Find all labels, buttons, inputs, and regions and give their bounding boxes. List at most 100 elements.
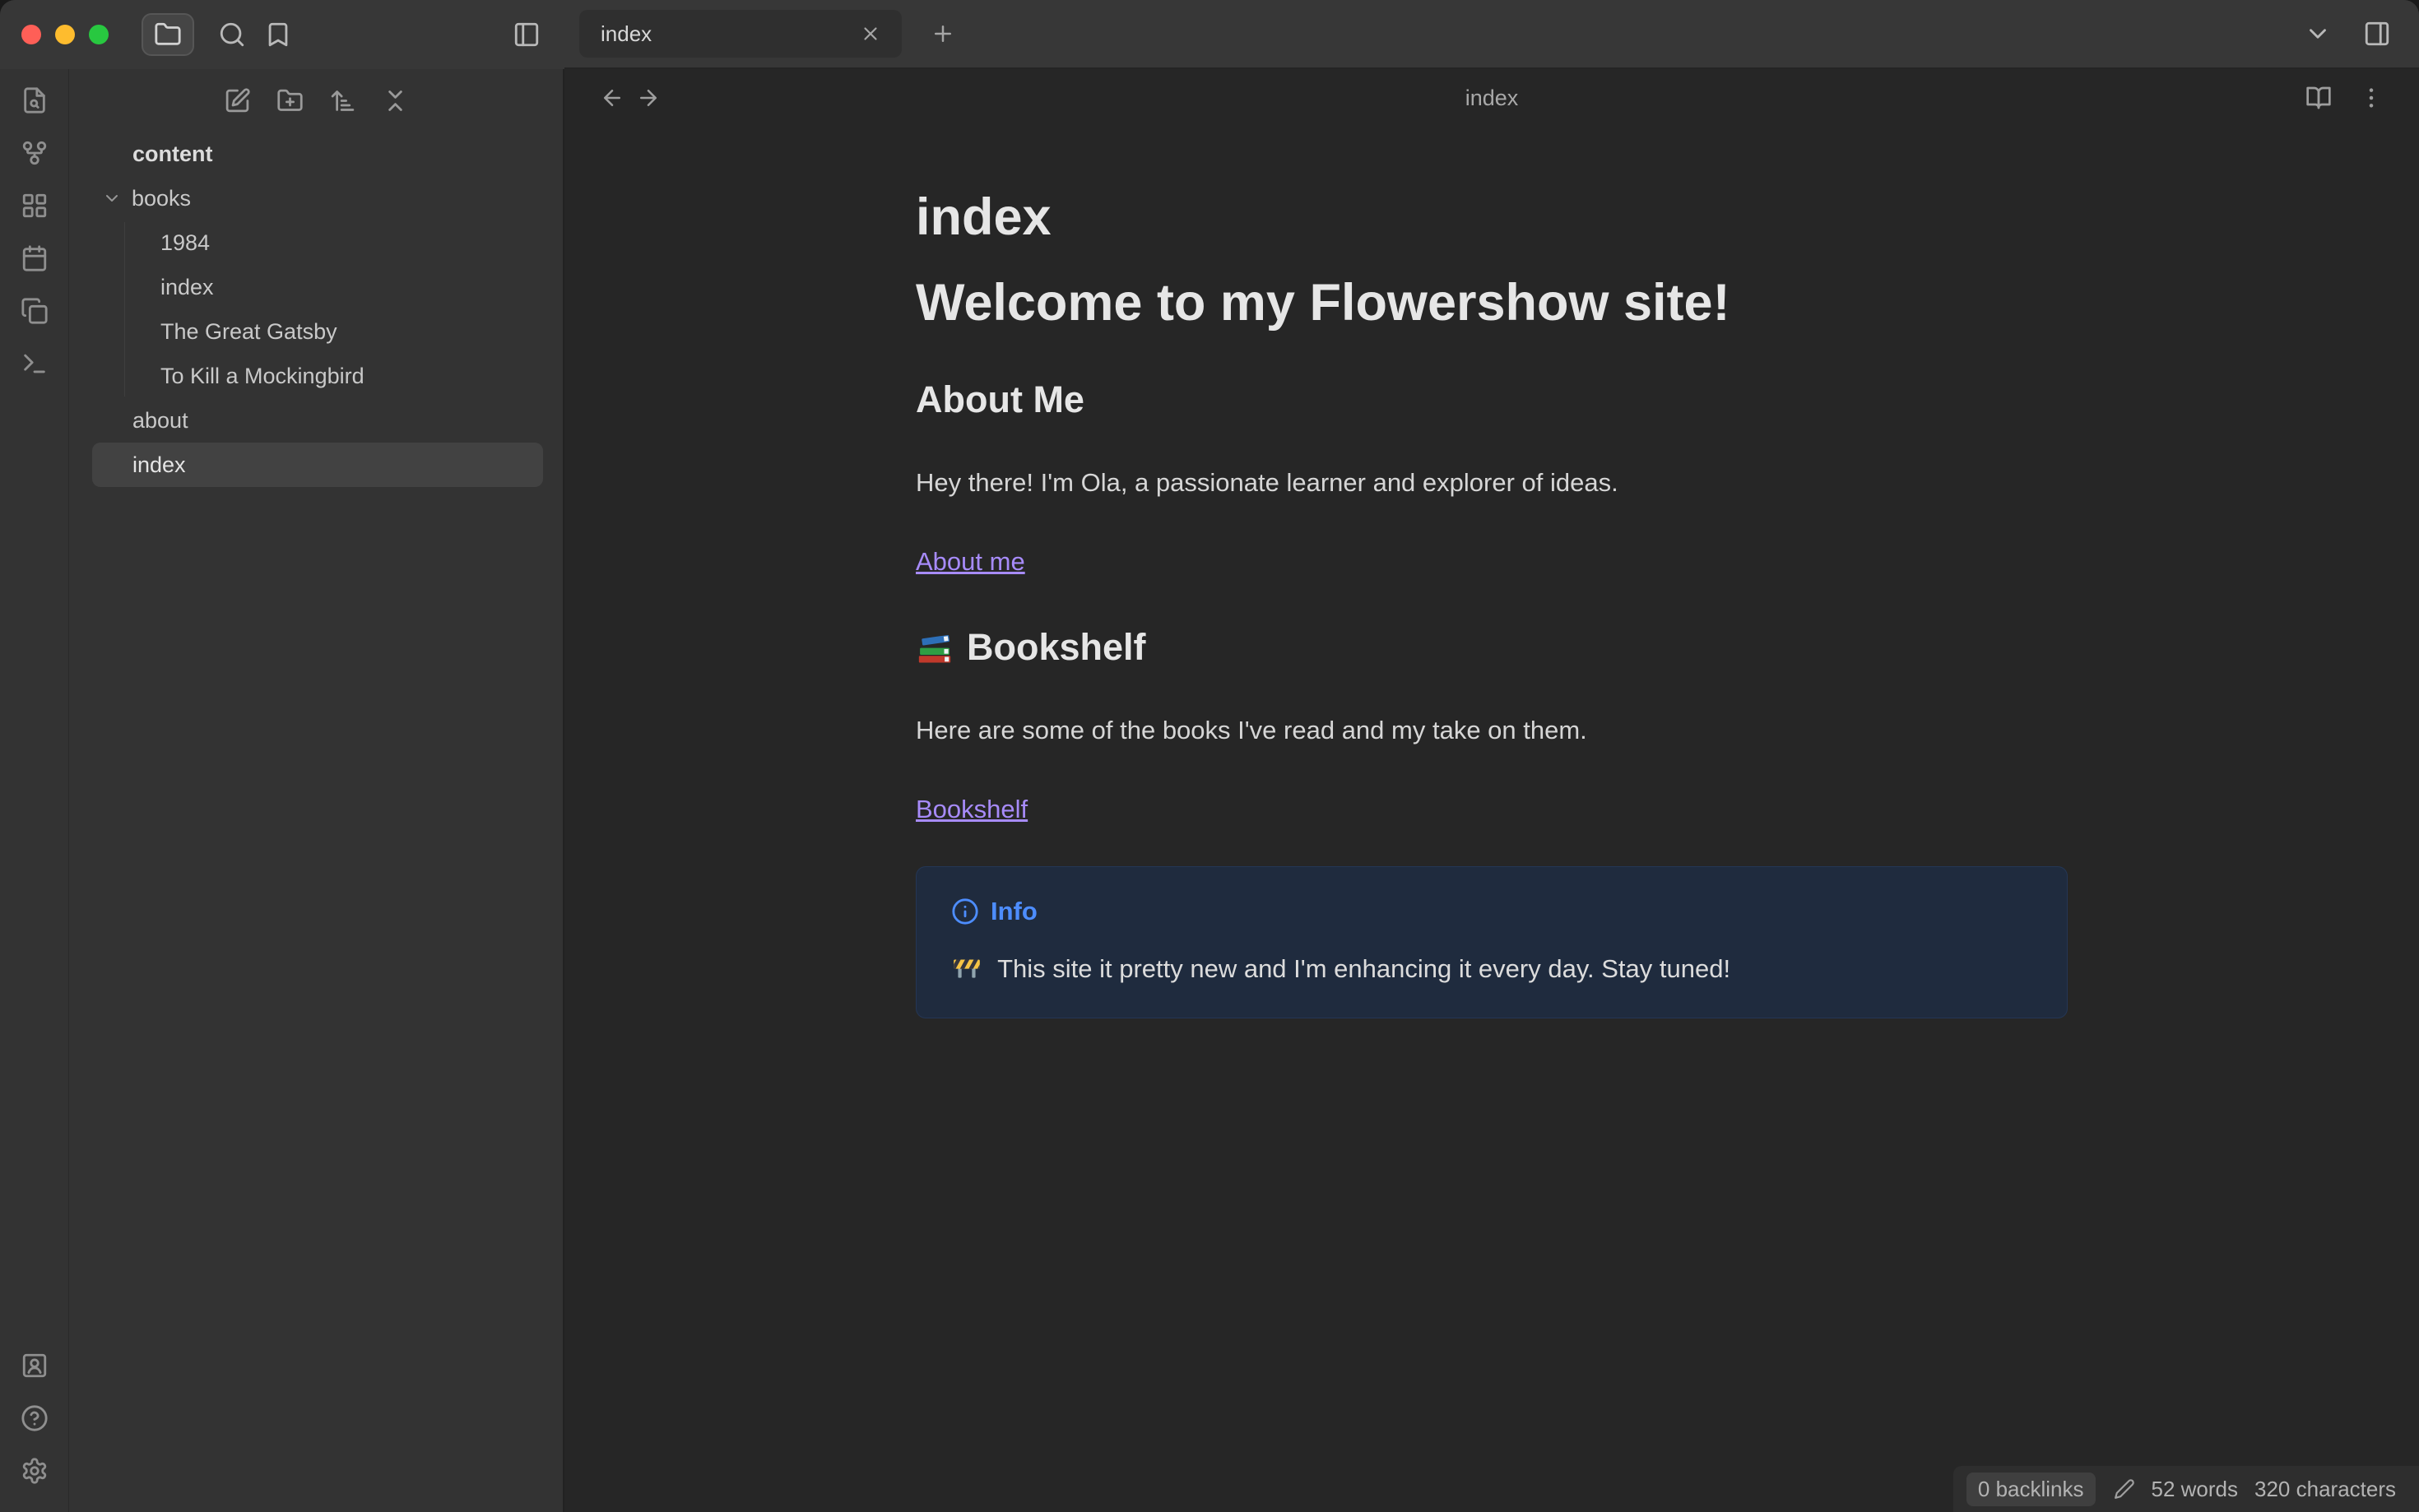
copy-icon bbox=[21, 297, 49, 325]
editor-header-actions bbox=[2301, 80, 2389, 116]
tab-list-button[interactable] bbox=[2297, 13, 2338, 54]
panel-right-icon bbox=[2363, 20, 2391, 48]
character-count: 320 characters bbox=[2254, 1476, 2396, 1501]
file-label: index bbox=[160, 274, 214, 299]
status-bar: 0 backlinks 52 words 320 characters bbox=[1952, 1466, 2419, 1512]
tab-index[interactable]: index bbox=[579, 10, 902, 58]
terminal-icon bbox=[21, 350, 49, 378]
backlinks-count[interactable]: 0 backlinks bbox=[1966, 1472, 2096, 1506]
file-label: The Great Gatsby bbox=[160, 318, 337, 344]
navigate-back-button[interactable] bbox=[594, 80, 630, 116]
new-note-button[interactable] bbox=[211, 77, 263, 123]
about-me-link[interactable]: About me bbox=[916, 547, 1025, 576]
file-the-great-gatsby[interactable]: The Great Gatsby bbox=[92, 309, 543, 354]
construction-emoji-icon bbox=[951, 952, 982, 983]
file-label: index bbox=[132, 452, 186, 477]
help-button[interactable] bbox=[8, 1392, 61, 1445]
sort-order-button[interactable] bbox=[316, 77, 369, 123]
more-options-button[interactable] bbox=[2353, 80, 2389, 116]
folder-books[interactable]: books bbox=[92, 176, 543, 220]
plus-icon bbox=[931, 21, 955, 46]
explorer-toolbar bbox=[69, 69, 563, 132]
daily-note-button[interactable] bbox=[8, 232, 61, 285]
settings-button[interactable] bbox=[8, 1445, 61, 1497]
note-title-breadcrumb: index bbox=[1465, 85, 1519, 110]
vault-folder-button[interactable] bbox=[142, 13, 194, 56]
help-icon bbox=[21, 1404, 49, 1432]
new-note-icon bbox=[224, 87, 251, 114]
file-label: To Kill a Mockingbird bbox=[160, 363, 364, 388]
close-tab-button[interactable] bbox=[854, 17, 887, 50]
minimize-window-button[interactable] bbox=[55, 25, 75, 44]
vault-switcher-button[interactable] bbox=[8, 1339, 61, 1392]
word-count-group[interactable]: 52 words 320 characters bbox=[2114, 1477, 2396, 1502]
zoom-window-button[interactable] bbox=[89, 25, 109, 44]
info-icon bbox=[951, 897, 979, 925]
close-window-button[interactable] bbox=[21, 25, 41, 44]
note-title-h1: index bbox=[916, 188, 1052, 246]
title-bar-left bbox=[0, 0, 564, 69]
templates-button[interactable] bbox=[8, 285, 61, 337]
bookshelf-heading: Bookshelf bbox=[916, 625, 2068, 670]
quick-search-button[interactable] bbox=[209, 12, 255, 58]
about-me-paragraph: Hey there! I'm Ola, a passionate learner… bbox=[916, 467, 1618, 497]
sort-icon bbox=[329, 87, 356, 114]
collapse-all-button[interactable] bbox=[369, 77, 421, 123]
info-callout: Info This site it pretty new and I'm enh… bbox=[916, 865, 2068, 1018]
terminal-button[interactable] bbox=[8, 337, 61, 390]
about-me-heading: About Me bbox=[916, 378, 1084, 420]
new-folder-button[interactable] bbox=[263, 77, 316, 123]
folder-icon bbox=[154, 21, 182, 49]
graph-view-button[interactable] bbox=[8, 127, 61, 179]
bookshelf-paragraph: Here are some of the books I've read and… bbox=[916, 715, 1587, 744]
editor-pane: index index Welcome to my Flowershow sit… bbox=[564, 69, 2419, 1512]
tab-label: index bbox=[601, 21, 652, 46]
toggle-left-sidebar-button[interactable] bbox=[504, 12, 550, 58]
traffic-lights bbox=[0, 25, 142, 44]
bookshelf-link-line: Bookshelf bbox=[916, 791, 2068, 828]
editor-body[interactable]: index Welcome to my Flowershow site! Abo… bbox=[564, 127, 2419, 1512]
about-link-line: About me bbox=[916, 544, 2068, 581]
file-to-kill-a-mockingbird[interactable]: To Kill a Mockingbird bbox=[92, 354, 543, 398]
vault-icon bbox=[21, 1352, 49, 1380]
file-about[interactable]: about bbox=[92, 398, 543, 443]
toggle-right-sidebar-button[interactable] bbox=[2356, 13, 2398, 54]
file-search-icon bbox=[21, 86, 49, 114]
arrow-right-icon bbox=[636, 86, 661, 110]
folder-plus-icon bbox=[276, 87, 304, 114]
vault-root-label: content bbox=[132, 141, 213, 166]
bookshelf-link[interactable]: Bookshelf bbox=[916, 795, 1028, 823]
canvas-button[interactable] bbox=[8, 179, 61, 232]
vault-root-folder[interactable]: content bbox=[92, 132, 543, 176]
left-ribbon bbox=[0, 69, 69, 1512]
file-search-button[interactable] bbox=[8, 74, 61, 127]
tab-bar: index bbox=[564, 0, 2419, 69]
chevron-down-icon bbox=[2304, 20, 2332, 48]
new-tab-button[interactable] bbox=[922, 12, 964, 55]
books-children: 1984 index The Great Gatsby To Kill a Mo… bbox=[69, 220, 563, 398]
more-vertical-icon bbox=[2358, 85, 2384, 111]
document-content: index Welcome to my Flowershow site! Abo… bbox=[916, 127, 2068, 1018]
callout-body-text: This site it pretty new and I'm enhancin… bbox=[997, 953, 1731, 983]
books-emoji-icon bbox=[916, 628, 954, 666]
reading-view-button[interactable] bbox=[2301, 80, 2337, 116]
file-books-index[interactable]: index bbox=[92, 265, 543, 309]
chevron-down-icon[interactable] bbox=[102, 188, 123, 208]
word-count: 52 words bbox=[2151, 1476, 2239, 1501]
search-icon bbox=[218, 21, 246, 49]
close-icon bbox=[860, 23, 881, 44]
graph-icon bbox=[21, 139, 49, 167]
file-index-selected[interactable]: index bbox=[92, 443, 543, 487]
bookmarks-button[interactable] bbox=[255, 12, 301, 58]
collapse-all-icon bbox=[382, 87, 409, 114]
file-label: 1984 bbox=[160, 230, 211, 255]
panel-left-icon bbox=[513, 21, 541, 49]
welcome-heading: Welcome to my Flowershow site! bbox=[916, 274, 1730, 332]
navigate-forward-button[interactable] bbox=[630, 80, 666, 116]
folder-label: books bbox=[132, 185, 192, 211]
calendar-icon bbox=[21, 244, 49, 272]
file-1984[interactable]: 1984 bbox=[92, 220, 543, 265]
callout-title-row: Info bbox=[951, 897, 2032, 926]
pencil-icon bbox=[2114, 1478, 2135, 1500]
arrow-left-icon bbox=[600, 86, 624, 110]
